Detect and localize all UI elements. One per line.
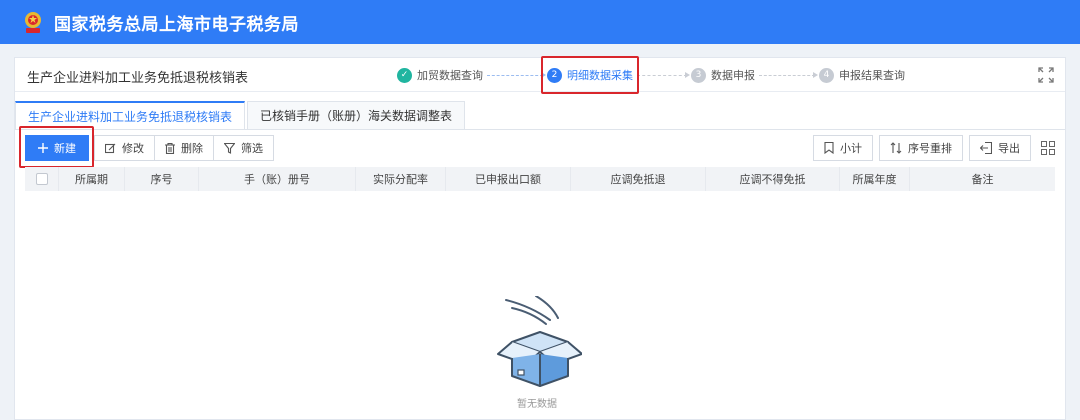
column-header[interactable]: 所属年度 <box>840 167 910 191</box>
subtotal-button-label: 小计 <box>840 142 862 155</box>
step-number: 4 <box>819 67 834 83</box>
step-connector <box>759 71 818 78</box>
edit-icon <box>105 143 116 153</box>
select-all-cell <box>25 167 59 191</box>
step-connector <box>487 71 546 78</box>
column-header[interactable]: 已申报出口额 <box>446 167 571 191</box>
main-panel: 生产企业进料加工业务免抵退税核销表 ✓ 加贸数据查询 2 明细数据采集 3 数据… <box>14 56 1066 420</box>
step-label: 数据申报 <box>711 69 755 82</box>
step-connector <box>637 71 690 78</box>
check-icon: ✓ <box>397 67 412 83</box>
edit-button[interactable]: 修改 <box>94 135 155 161</box>
subtotal-button[interactable]: 小计 <box>813 135 873 161</box>
step-number: 3 <box>691 67 706 83</box>
filter-button-label: 筛选 <box>241 142 263 155</box>
step-1[interactable]: ✓ 加贸数据查询 <box>397 67 483 83</box>
column-header[interactable]: 实际分配率 <box>356 167 446 191</box>
table-header: 所属期 序号 手（账）册号 实际分配率 已申报出口额 应调免抵退 应调不得免抵 … <box>25 167 1055 191</box>
bookmark-icon <box>824 142 834 154</box>
step-2[interactable]: 2 明细数据采集 <box>547 67 633 83</box>
tax-emblem-icon <box>25 12 41 33</box>
new-button-label: 新建 <box>54 142 76 155</box>
column-header[interactable]: 应调不得免抵 <box>706 167 840 191</box>
trash-icon <box>165 142 175 154</box>
select-all-checkbox[interactable] <box>35 173 48 185</box>
step-4[interactable]: 4 申报结果查询 <box>819 67 905 83</box>
delete-button[interactable]: 删除 <box>154 135 214 161</box>
page-title: 生产企业进料加工业务免抵退税核销表 <box>27 71 249 86</box>
new-button[interactable]: 新建 <box>25 135 89 161</box>
step-3[interactable]: 3 数据申报 <box>691 67 755 83</box>
empty-box-icon <box>497 296 582 387</box>
sort-icon <box>890 142 902 154</box>
edit-button-label: 修改 <box>122 142 144 155</box>
renumber-button[interactable]: 序号重排 <box>879 135 963 161</box>
title-bar: 生产企业进料加工业务免抵退税核销表 ✓ 加贸数据查询 2 明细数据采集 3 数据… <box>15 56 1065 94</box>
export-button[interactable]: 导出 <box>969 135 1031 161</box>
step-label: 明细数据采集 <box>567 69 633 82</box>
plus-icon <box>38 143 48 153</box>
filter-button[interactable]: 筛选 <box>213 135 274 161</box>
tab-customs-adjust-table[interactable]: 已核销手册（账册）海关数据调整表 <box>247 101 466 129</box>
column-header[interactable]: 所属期 <box>59 167 125 191</box>
column-settings-icon[interactable] <box>1041 141 1055 155</box>
step-label: 申报结果查询 <box>839 69 905 82</box>
empty-state-text: 暂无数据 <box>517 399 557 410</box>
tab-bar: 生产企业进料加工业务免抵退税核销表 已核销手册（账册）海关数据调整表 <box>15 101 467 129</box>
export-button-label: 导出 <box>998 142 1020 155</box>
toolbar-right: 小计 序号重排 导出 <box>807 135 1055 161</box>
fullscreen-icon[interactable] <box>1038 67 1054 83</box>
export-icon <box>980 142 992 154</box>
delete-button-label: 删除 <box>181 142 203 155</box>
renumber-button-label: 序号重排 <box>908 142 952 155</box>
column-header[interactable]: 手（账）册号 <box>199 167 356 191</box>
top-header: 国家税务总局上海市电子税务局 <box>0 0 1080 44</box>
column-header[interactable]: 备注 <box>910 167 1055 191</box>
site-title: 国家税务总局上海市电子税务局 <box>54 14 299 35</box>
column-header[interactable]: 序号 <box>125 167 199 191</box>
tab-divider <box>15 129 1065 130</box>
step-progress: ✓ 加贸数据查询 2 明细数据采集 3 数据申报 4 申报结果查询 <box>397 66 905 84</box>
step-label: 加贸数据查询 <box>417 69 483 82</box>
column-header[interactable]: 应调免抵退 <box>571 167 706 191</box>
step-number: 2 <box>547 67 562 83</box>
toolbar-left: 新建 修改 删除 筛选 <box>25 135 274 161</box>
tab-writeoff-table[interactable]: 生产企业进料加工业务免抵退税核销表 <box>15 101 246 129</box>
filter-icon <box>224 142 235 154</box>
